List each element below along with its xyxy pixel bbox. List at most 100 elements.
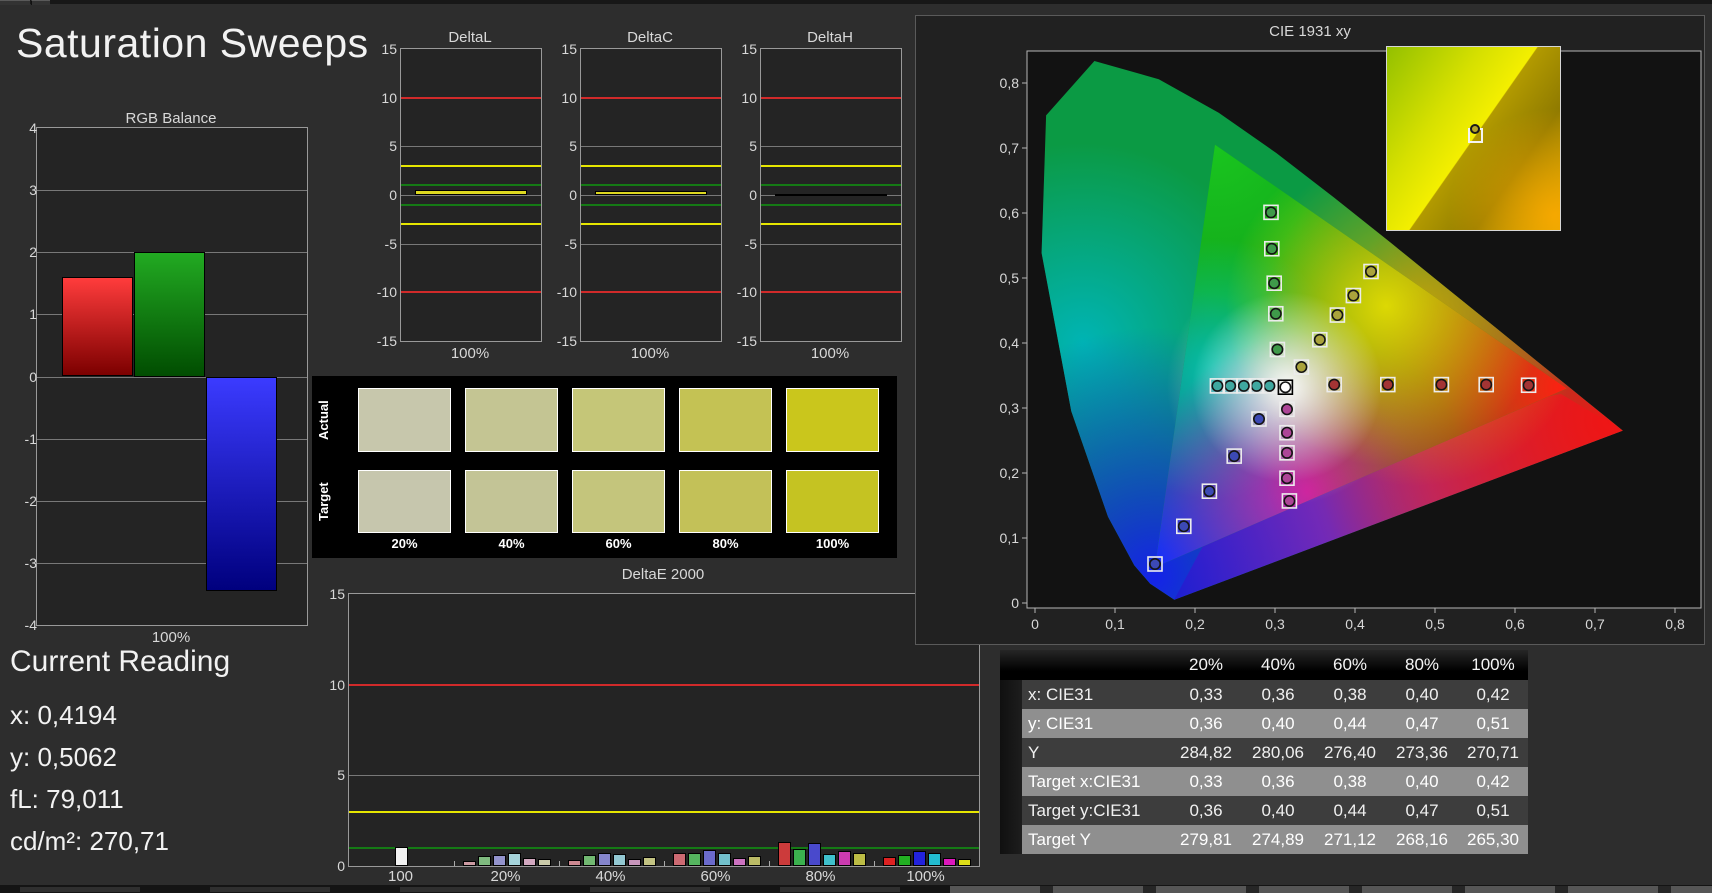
svg-text:0,5: 0,5 <box>1425 616 1445 632</box>
table-row-lead <box>1000 767 1022 796</box>
limit-line <box>581 291 721 294</box>
table-value-cell: 279,81 <box>1170 825 1242 854</box>
deltae-bar <box>837 851 851 866</box>
table-value-cell: 0,42 <box>1458 767 1528 796</box>
table-value-cell: 0,40 <box>1386 767 1458 796</box>
deltae-group-label: 100% <box>906 868 945 885</box>
axis-tick-label: 15 <box>329 586 345 602</box>
table-header-label <box>1022 650 1170 680</box>
svg-text:0,8: 0,8 <box>1000 75 1020 91</box>
axis-tick-label: -10 <box>376 284 397 301</box>
deltae-group-label: 100 <box>387 868 414 885</box>
deltae-axis-tick <box>769 861 770 866</box>
deltae-group-label: 80% <box>805 868 836 885</box>
bottom-strip-right-blocks[interactable] <box>950 886 1712 893</box>
deltae-bar <box>597 852 611 866</box>
swatch-step-label: 100% <box>815 536 850 551</box>
axis-tick-label: -3 <box>24 554 37 571</box>
table-value-cell: 0,38 <box>1314 680 1386 709</box>
axis-tick-label: 0 <box>569 187 577 203</box>
swatch-step-label: 60% <box>605 536 632 551</box>
deltae-group-label: 20% <box>490 868 521 885</box>
current-reading-title: Current Reading <box>10 645 231 678</box>
table-value-cell: 284,82 <box>1170 738 1242 767</box>
svg-text:0,6: 0,6 <box>1505 616 1525 632</box>
gridline <box>761 146 901 148</box>
deltae-bar <box>852 852 866 866</box>
axis-tick-label: 3 <box>29 182 37 199</box>
gridline <box>37 190 307 192</box>
deltah-bar <box>775 194 887 197</box>
deltae-bar <box>942 858 956 866</box>
deltae-bar <box>395 846 408 866</box>
table-row-lead <box>1000 825 1022 854</box>
axis-tick-label: -5 <box>744 235 757 252</box>
deltae-bar <box>747 856 761 866</box>
table-row-label: Target y:CIE31 <box>1022 796 1170 825</box>
layout-tab-1[interactable] <box>0 0 30 5</box>
limit-line <box>401 203 541 206</box>
inset-measured-dot <box>1470 123 1481 134</box>
table-header-60%: 60% <box>1314 650 1386 680</box>
delta-chart-xlabel: 100% <box>450 345 490 362</box>
rgb-balance-title: RGB Balance <box>125 110 217 127</box>
table-value-cell: 274,89 <box>1242 825 1314 854</box>
svg-text:0,3: 0,3 <box>1265 616 1285 632</box>
gridline <box>581 243 721 245</box>
axis-tick-label: 0 <box>389 187 397 203</box>
deltae-bar <box>912 850 926 866</box>
limit-line <box>581 184 721 187</box>
table-row-lead <box>1000 796 1022 825</box>
deltae-bar <box>477 856 491 866</box>
swatch-step-label: 80% <box>712 536 739 551</box>
axis-tick-label: -15 <box>376 333 397 349</box>
target-swatch-20% <box>358 470 451 533</box>
svg-text:0,2: 0,2 <box>1185 616 1205 632</box>
table-value-cell: 0,47 <box>1386 709 1458 738</box>
axis-tick-label: -10 <box>556 284 577 301</box>
deltae-bar <box>507 852 521 866</box>
limit-line <box>401 96 541 99</box>
gridline <box>761 243 901 245</box>
deltae-bar <box>807 842 821 866</box>
table-row-label: y: CIE31 <box>1022 709 1170 738</box>
limit-line <box>761 223 901 226</box>
axis-tick-label: -5 <box>564 235 577 252</box>
deltah-chart: 15 10 5 0 -5 -10 -15 <box>737 41 902 349</box>
current-reading-line: y: 0,5062 <box>10 742 117 772</box>
axis-tick-label: 0 <box>29 368 37 385</box>
table-corner-cell <box>1000 650 1022 680</box>
current-reading-line: x: 0,4194 <box>10 700 117 730</box>
axis-tick-label: -15 <box>556 333 577 349</box>
deltae-bar <box>882 856 896 866</box>
blue-balance-bar <box>206 376 277 591</box>
axis-tick-label: 0 <box>337 858 345 874</box>
limit-line <box>401 291 541 294</box>
axis-tick-label: -15 <box>736 333 757 349</box>
table-value-cell: 271,12 <box>1314 825 1386 854</box>
table-row-label: Target x:CIE31 <box>1022 767 1170 796</box>
limit-line <box>581 164 721 167</box>
table-value-cell: 0,44 <box>1314 796 1386 825</box>
table-value-cell: 0,33 <box>1170 680 1242 709</box>
limit-line <box>581 96 721 99</box>
current-reading-line: cd/m²: 270,71 <box>10 826 169 856</box>
red-balance-bar <box>62 277 133 377</box>
cie-1931-diagram: 0 0,1 0,2 0,3 0,4 0,5 0,6 0,7 0,8 0 0,1 0,2 0,3 0,4 0,… <box>1000 50 1702 632</box>
deltae-group-label: 40% <box>595 868 626 885</box>
table-value-cell: 0,36 <box>1242 680 1314 709</box>
layout-tab-2[interactable] <box>31 0 50 5</box>
svg-text:0: 0 <box>1031 616 1039 632</box>
delta-chart-title: DeltaC <box>627 29 673 46</box>
saturation-swatch-panel: Actual Target 20% 40% 60% 80% 100% <box>312 376 897 558</box>
target-swatch-60% <box>572 470 665 533</box>
measurement-table: 20% 40% 60% 80% 100% x: CIE31 0,33 0,36 0,38 0,40… <box>1000 650 1528 854</box>
table-value-cell: 280,06 <box>1242 738 1314 767</box>
bottom-thumbnail-strip[interactable] <box>0 885 1712 893</box>
limit-line <box>401 223 541 226</box>
target-swatch-100% <box>786 470 879 533</box>
deltae-bar <box>642 856 656 866</box>
table-value-cell: 0,36 <box>1170 709 1242 738</box>
bottom-strip-left-blocks[interactable] <box>20 887 910 892</box>
delta-chart-title: DeltaH <box>807 29 853 46</box>
